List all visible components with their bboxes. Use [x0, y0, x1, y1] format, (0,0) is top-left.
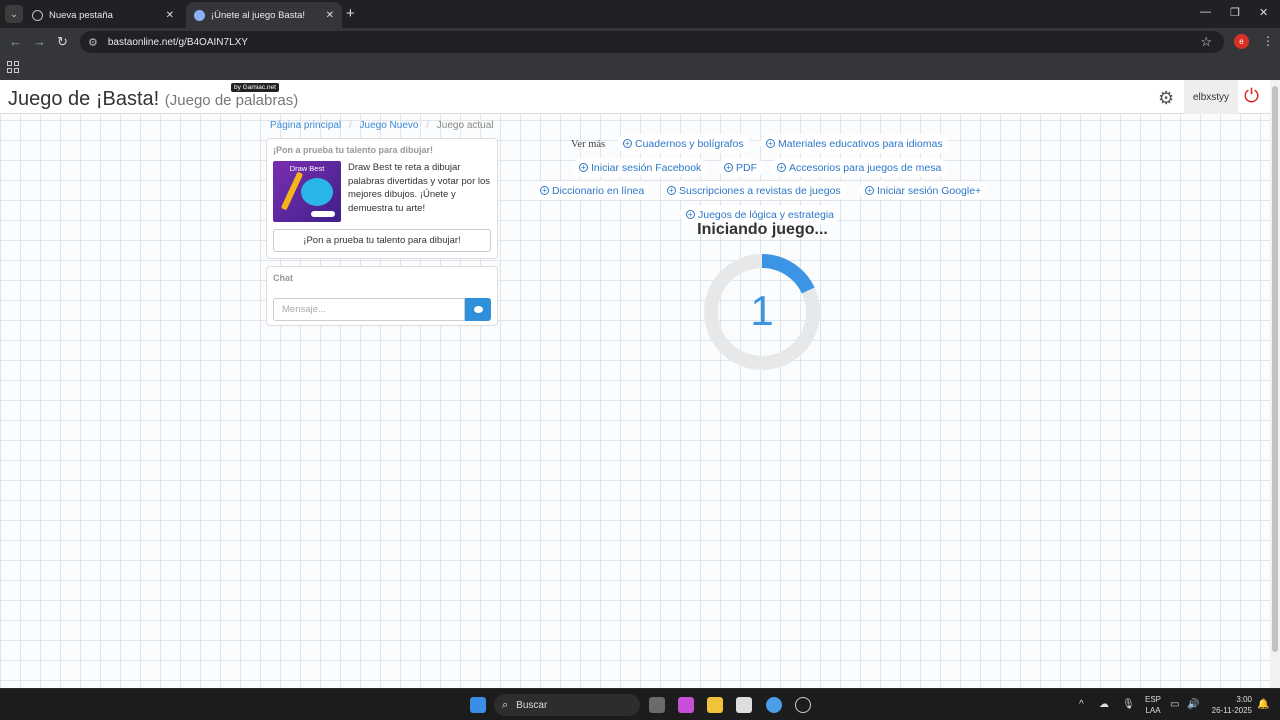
page-content: Juego de ¡Basta! (Juego de palabras) by …	[0, 80, 1270, 688]
windows-taskbar: ⌕ Buscar ^ ☁ 🎙 ESP LAA ▭ 🔊 3:00 26-11-20…	[0, 688, 1280, 720]
scrollbar-thumb[interactable]	[1272, 86, 1278, 652]
page-scrollbar[interactable]	[1270, 80, 1280, 688]
volume-icon[interactable]: 🔊	[1187, 699, 1199, 710]
ver-mas-label: Ver más	[571, 139, 606, 150]
clock-date: 26-11-2025	[1211, 706, 1252, 715]
plus-circle-icon: +	[766, 139, 775, 148]
countdown-number: 1	[750, 287, 774, 334]
close-icon[interactable]: ✕	[326, 10, 334, 21]
search-icon: ⌕	[502, 698, 509, 711]
minimize-icon[interactable]: —	[1200, 6, 1211, 18]
windows-start-icon[interactable]	[470, 697, 486, 713]
breadcrumb-current: Juego actual	[436, 120, 494, 131]
chat-panel: Chat Mensaje...	[266, 266, 498, 326]
taskbar-search[interactable]: ⌕ Buscar	[494, 694, 640, 716]
breadcrumb-new-game-link[interactable]: Juego Nuevo	[360, 120, 419, 131]
url-text: bastaonline.net/g/B4OAIN7LXY	[107, 36, 248, 48]
promo-panel: ¡Pon a prueba tu talento para dibujar! D…	[266, 138, 498, 259]
tab-search-button[interactable]: ⌄	[5, 5, 23, 23]
plus-circle-icon: +	[623, 139, 632, 148]
new-tab-button[interactable]: +	[346, 5, 355, 22]
chat-send-button[interactable]	[465, 298, 491, 321]
browser-toolbar: ← → ↻ ⚙ bastaonline.net/g/B4OAIN7LXY ☆	[0, 28, 1280, 56]
window-close-icon[interactable]: ✕	[1259, 6, 1268, 19]
promo-button[interactable]: ¡Pon a prueba tu talento para dibujar!	[273, 229, 491, 252]
chat-message-input[interactable]: Mensaje...	[273, 298, 465, 321]
ad-link[interactable]: + Accesorios para juegos de mesa	[771, 158, 948, 177]
store-icon[interactable]	[736, 697, 752, 713]
ad-link[interactable]: + Materiales educativos para idiomas	[760, 134, 949, 153]
notification-bell-icon[interactable]: 🔔	[1257, 699, 1269, 710]
gamiac-badge: by Gamiac.net	[231, 83, 279, 92]
draw-best-image-label: Draw Best	[289, 164, 325, 173]
profile-avatar[interactable]: e	[1234, 34, 1249, 49]
microphone-icon[interactable]: 🎙	[1122, 699, 1135, 710]
chrome-icon	[32, 9, 43, 21]
plus-circle-icon: +	[724, 163, 733, 172]
plus-circle-icon: +	[540, 186, 549, 195]
ad-link[interactable]: + Suscripciones a revistas de juegos	[661, 181, 847, 200]
plus-circle-icon: +	[777, 163, 786, 172]
breadcrumb-separator: /	[348, 120, 352, 131]
copilot-icon[interactable]	[678, 697, 694, 713]
forward-icon[interactable]: →	[33, 34, 46, 49]
clock-time: 3:00	[1236, 695, 1252, 704]
plus-circle-icon: +	[686, 210, 695, 219]
tab-new[interactable]: Nueva pestaña ✕	[24, 2, 182, 28]
clock-app-icon[interactable]	[795, 697, 811, 713]
logout-power-icon[interactable]: ⏻	[1244, 86, 1259, 108]
game-status: Iniciando juego...	[697, 221, 828, 238]
chrome-taskbar-icon[interactable]	[766, 697, 782, 713]
site-info-icon[interactable]: ⚙	[88, 36, 98, 49]
bookmarks-bar	[0, 56, 1280, 80]
back-icon[interactable]: ←	[9, 34, 22, 49]
plus-circle-icon: +	[865, 186, 874, 195]
ad-link[interactable]: + Diccionario en línea	[534, 181, 651, 200]
plus-circle-icon: +	[579, 163, 588, 172]
site-favicon-icon	[194, 9, 205, 21]
tab-basta[interactable]: ¡Únete al juego Basta! ✕	[186, 2, 342, 28]
reload-icon[interactable]: ↻	[57, 34, 68, 50]
ad-link[interactable]: + PDF	[718, 158, 763, 177]
tab-title: Nueva pestaña	[49, 9, 113, 21]
menu-icon[interactable]: ⋮	[1262, 34, 1274, 48]
restore-icon[interactable]: ❐	[1230, 6, 1240, 19]
network-icon[interactable]: ▭	[1170, 699, 1179, 710]
language-indicator[interactable]: ESP LAA	[1142, 694, 1164, 716]
chat-title: Chat	[273, 273, 293, 283]
tray-chevron-icon[interactable]: ^	[1079, 699, 1084, 710]
breadcrumb-separator: /	[426, 120, 430, 131]
close-icon[interactable]: ✕	[166, 10, 174, 21]
tab-title: ¡Únete al juego Basta!	[211, 9, 306, 21]
apps-icon[interactable]	[7, 61, 19, 73]
ad-link[interactable]: + Iniciar sesión Google+	[859, 181, 988, 200]
settings-gear-icon[interactable]: ⚙	[1158, 88, 1174, 109]
username-button[interactable]: elbxstyy	[1184, 80, 1238, 114]
breadcrumb: Página principal / Juego Nuevo / Juego a…	[270, 120, 494, 131]
site-title: Juego de ¡Basta!	[8, 88, 160, 110]
plus-circle-icon: +	[667, 186, 676, 195]
chat-bubble-icon	[473, 306, 483, 313]
taskbar-clock[interactable]: 3:00 26-11-2025	[1206, 694, 1252, 716]
draw-best-image[interactable]: Draw Best	[273, 161, 341, 222]
site-header: Juego de ¡Basta! (Juego de palabras) by …	[0, 80, 1270, 114]
onedrive-cloud-icon[interactable]: ☁	[1099, 699, 1109, 710]
promo-description: Draw Best te reta a dibujar palabras div…	[348, 162, 491, 214]
file-explorer-icon[interactable]	[707, 697, 723, 713]
ad-link[interactable]: + Cuadernos y bolígrafos	[617, 134, 750, 153]
task-view-icon[interactable]	[649, 697, 665, 713]
breadcrumb-home-link[interactable]: Página principal	[270, 120, 341, 131]
taskbar-search-label: Buscar	[516, 699, 548, 711]
tab-strip: ⌄ Nueva pestaña ✕ ¡Únete al juego Basta!…	[0, 0, 1280, 28]
promo-title: ¡Pon a prueba tu talento para dibujar!	[273, 145, 434, 155]
address-bar[interactable]: ⚙ bastaonline.net/g/B4OAIN7LXY ☆	[80, 31, 1224, 53]
ad-link[interactable]: + Iniciar sesión Facebook	[573, 158, 708, 177]
site-subtitle: (Juego de palabras)	[164, 92, 299, 109]
bookmark-star-icon[interactable]: ☆	[1200, 34, 1212, 50]
